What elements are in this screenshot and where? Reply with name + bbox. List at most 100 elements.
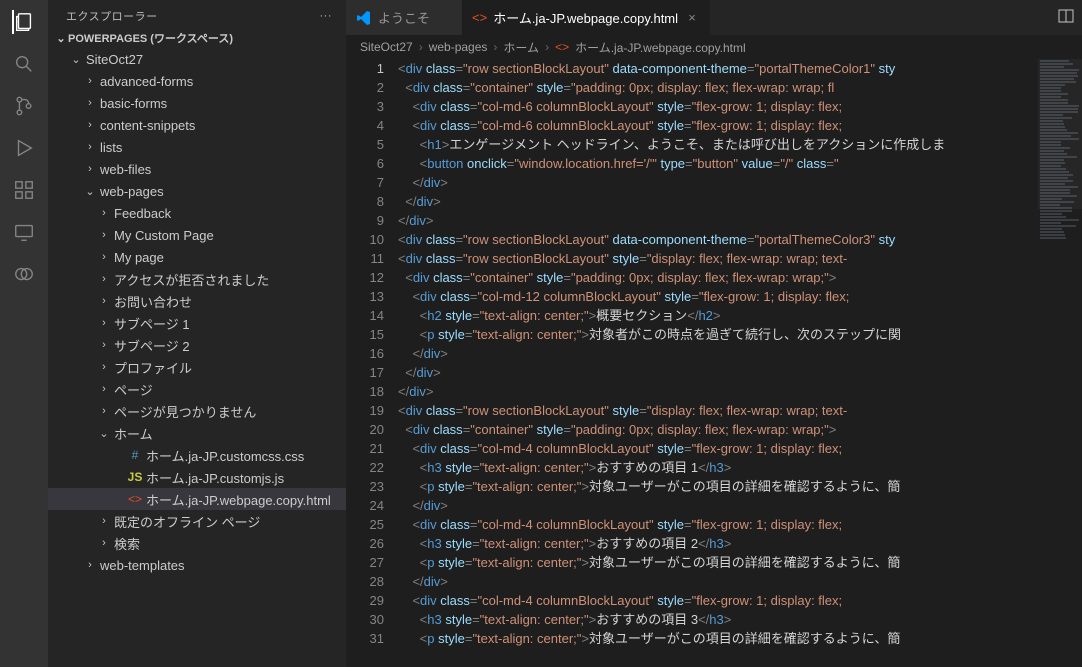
folder-item[interactable]: ›Feedback: [48, 202, 346, 224]
minimap[interactable]: [1038, 59, 1082, 667]
chevron-icon: ›: [96, 295, 112, 307]
tab[interactable]: ようこそ: [346, 0, 462, 35]
breadcrumb-separator: ›: [419, 40, 423, 54]
folder-item[interactable]: ›ページ: [48, 378, 346, 400]
breadcrumb-item[interactable]: ホーム.ja-JP.webpage.copy.html: [575, 39, 746, 56]
remote-icon[interactable]: [12, 220, 36, 244]
tree-item-label: ホーム: [112, 424, 153, 443]
power-platform-icon[interactable]: [12, 262, 36, 286]
tree-item-label: web-files: [98, 162, 151, 177]
workspace-label: POWERPAGES (ワークスペース): [68, 30, 233, 46]
folder-item[interactable]: ⌄SiteOct27: [48, 48, 346, 70]
code-editor[interactable]: 1234567891011121314151617181920212223242…: [346, 59, 1082, 667]
folder-item[interactable]: ›お問い合わせ: [48, 290, 346, 312]
folder-item[interactable]: ›lists: [48, 136, 346, 158]
file-item[interactable]: #ホーム.ja-JP.customcss.css: [48, 444, 346, 466]
chevron-icon: ›: [96, 339, 112, 351]
folder-item[interactable]: ⌄web-pages: [48, 180, 346, 202]
sidebar-title: エクスプローラー: [66, 8, 158, 24]
minimap-viewport[interactable]: [1038, 59, 1082, 209]
folder-item[interactable]: ›My page: [48, 246, 346, 268]
folder-item[interactable]: ›web-templates: [48, 554, 346, 576]
folder-item[interactable]: ›サブページ 1: [48, 312, 346, 334]
source-control-icon[interactable]: [12, 94, 36, 118]
chevron-icon: ⌄: [82, 185, 98, 198]
chevron-icon: ›: [82, 141, 98, 153]
tab-label: ホーム.ja-JP.webpage.copy.html: [493, 8, 678, 27]
breadcrumb-item[interactable]: ホーム: [503, 39, 539, 56]
split-editor-icon[interactable]: [1058, 8, 1074, 24]
tree-item-label: サブページ 1: [112, 314, 190, 333]
tab[interactable]: <> ホーム.ja-JP.webpage.copy.html ×: [462, 0, 710, 35]
tree-item-label: ホーム.ja-JP.webpage.copy.html: [144, 490, 331, 509]
tab-icon: <>: [472, 10, 487, 25]
breadcrumb-separator: ›: [493, 40, 497, 54]
extensions-icon[interactable]: [12, 178, 36, 202]
tree-item-label: My page: [112, 250, 164, 265]
code-content[interactable]: <div class="row sectionBlockLayout" data…: [398, 59, 1038, 667]
tree-item-label: basic-forms: [98, 96, 167, 111]
breadcrumb-separator: ›: [545, 40, 549, 54]
sidebar: エクスプローラー ··· ⌄ POWERPAGES (ワークスペース) ⌄Sit…: [48, 0, 346, 667]
folder-item[interactable]: ›ページが見つかりません: [48, 400, 346, 422]
tree-item-label: lists: [98, 140, 122, 155]
tree-item-label: SiteOct27: [84, 52, 143, 67]
folder-item[interactable]: ›basic-forms: [48, 92, 346, 114]
tree-item-label: アクセスが拒否されました: [112, 270, 269, 289]
tree-item-label: Feedback: [112, 206, 171, 221]
activity-bar: [0, 0, 48, 667]
tree-item-label: ページが見つかりません: [112, 402, 256, 421]
chevron-icon: ›: [82, 75, 98, 87]
folder-item[interactable]: ›advanced-forms: [48, 70, 346, 92]
chevron-icon: ›: [82, 559, 98, 571]
chevron-icon: ›: [96, 383, 112, 395]
chevron-down-icon: ⌄: [54, 32, 68, 45]
folder-item[interactable]: ›アクセスが拒否されました: [48, 268, 346, 290]
tab-icon: [356, 10, 372, 26]
tree-item-label: お問い合わせ: [112, 292, 192, 311]
chevron-icon: ›: [96, 537, 112, 549]
file-item[interactable]: <>ホーム.ja-JP.webpage.copy.html: [48, 488, 346, 510]
tree-item-label: content-snippets: [98, 118, 195, 133]
folder-item[interactable]: ›web-files: [48, 158, 346, 180]
search-icon[interactable]: [12, 52, 36, 76]
folder-item[interactable]: ›サブページ 2: [48, 334, 346, 356]
tree-item-label: サブページ 2: [112, 336, 190, 355]
file-icon: <>: [555, 40, 569, 54]
tab-bar: ようこそ <> ホーム.ja-JP.webpage.copy.html ×: [346, 0, 1082, 35]
chevron-icon: ›: [96, 405, 112, 417]
tree-item-label: 既定のオフライン ページ: [112, 512, 260, 531]
chevron-icon: ⌄: [96, 427, 112, 440]
chevron-icon: ›: [82, 119, 98, 131]
chevron-icon: ›: [96, 515, 112, 527]
close-icon[interactable]: ×: [684, 10, 700, 25]
tree-item-label: プロファイル: [112, 358, 192, 377]
folder-item[interactable]: ⌄ホーム: [48, 422, 346, 444]
file-item[interactable]: JSホーム.ja-JP.customjs.js: [48, 466, 346, 488]
explorer-icon[interactable]: [12, 10, 36, 34]
tree-item-label: web-templates: [98, 558, 185, 573]
sidebar-title-row: エクスプローラー ···: [48, 0, 346, 28]
folder-item[interactable]: ›プロファイル: [48, 356, 346, 378]
more-icon[interactable]: ···: [320, 10, 333, 22]
tree-item-label: web-pages: [98, 184, 164, 199]
folder-item[interactable]: ›content-snippets: [48, 114, 346, 136]
chevron-icon: ›: [96, 273, 112, 285]
folder-item[interactable]: ›My Custom Page: [48, 224, 346, 246]
breadcrumb-item[interactable]: web-pages: [429, 40, 488, 54]
tree-item-label: ページ: [112, 380, 153, 399]
tree-item-label: 検索: [112, 534, 140, 553]
line-gutter: 1234567891011121314151617181920212223242…: [346, 59, 398, 667]
folder-item[interactable]: ›検索: [48, 532, 346, 554]
breadcrumb[interactable]: SiteOct27 › web-pages › ホーム › <> ホーム.ja-JP.webp…: [346, 35, 1082, 59]
run-debug-icon[interactable]: [12, 136, 36, 160]
workspace-header[interactable]: ⌄ POWERPAGES (ワークスペース): [48, 28, 346, 48]
tree-item-label: advanced-forms: [98, 74, 193, 89]
file-icon: <>: [126, 492, 144, 506]
breadcrumb-item[interactable]: SiteOct27: [360, 40, 413, 54]
chevron-icon: ›: [96, 229, 112, 241]
file-tree[interactable]: ⌄SiteOct27›advanced-forms›basic-forms›co…: [48, 48, 346, 667]
folder-item[interactable]: ›既定のオフライン ページ: [48, 510, 346, 532]
file-icon: #: [126, 448, 144, 462]
tree-item-label: My Custom Page: [112, 228, 214, 243]
